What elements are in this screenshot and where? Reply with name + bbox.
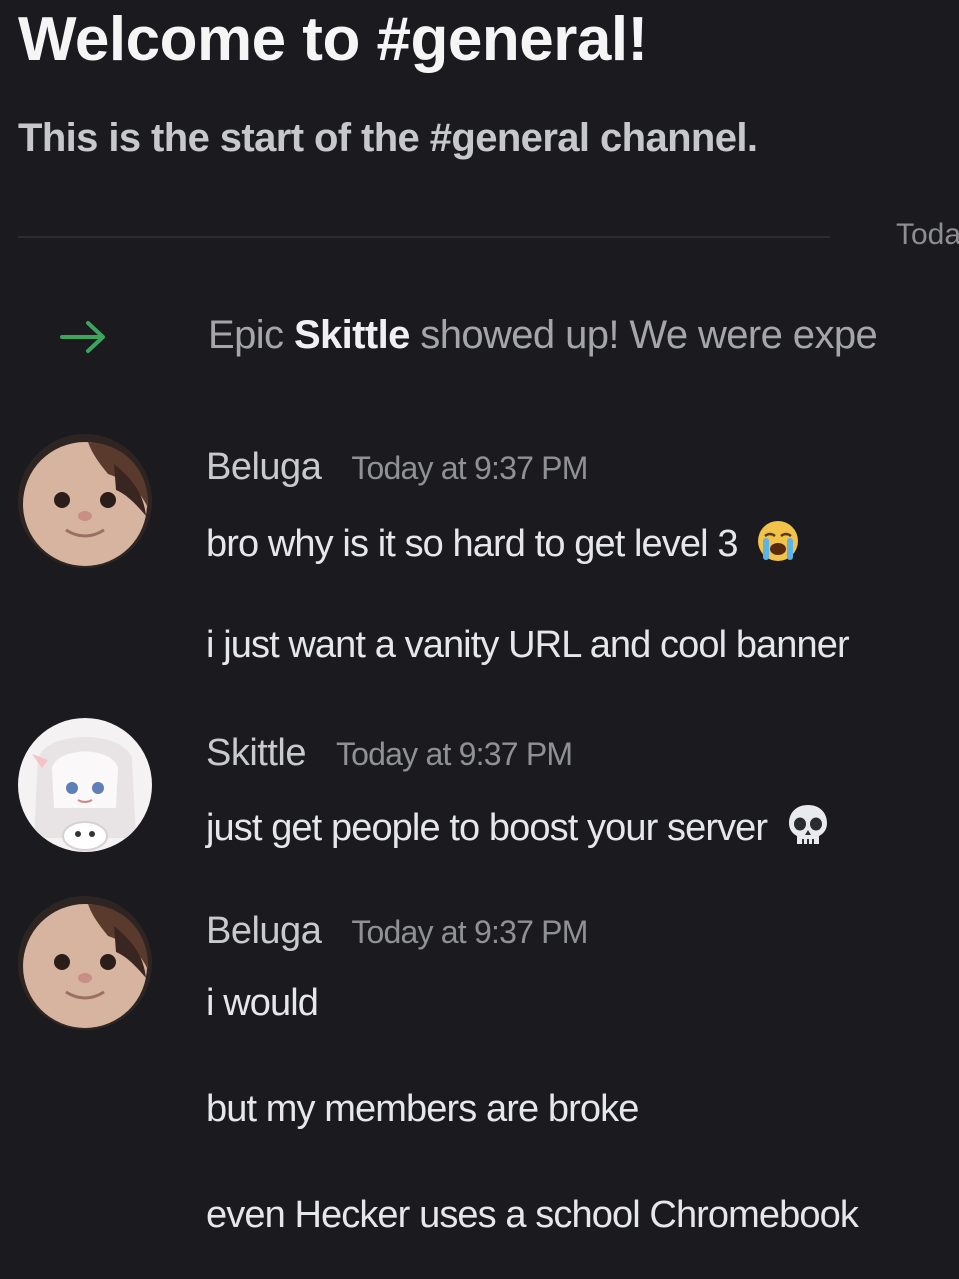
message-header: Beluga Today at 9:37 PM bbox=[206, 910, 588, 953]
message-text: i would bbox=[206, 982, 319, 1024]
message-header: Skittle Today at 9:37 PM bbox=[206, 732, 573, 775]
join-suffix: showed up! We were expe bbox=[409, 313, 878, 357]
author-name[interactable]: Skittle bbox=[206, 732, 306, 774]
message-text: but my members are broke bbox=[206, 1088, 639, 1130]
message-line: bro why is it so hard to get level 3 bbox=[206, 523, 738, 565]
avatar-skittle[interactable] bbox=[18, 718, 152, 852]
message-text: just get people to boost your server bbox=[206, 802, 831, 850]
message-line: just get people to boost your server bbox=[206, 807, 768, 849]
author-name[interactable]: Beluga bbox=[206, 910, 322, 952]
welcome-subtitle: This is the start of the #general channe… bbox=[18, 116, 758, 160]
join-prefix: Epic bbox=[208, 313, 294, 357]
avatar-beluga[interactable] bbox=[18, 896, 152, 1030]
skull-icon[interactable] bbox=[785, 802, 831, 848]
beluga-avatar-image bbox=[18, 896, 152, 1030]
system-join-message[interactable]: Epic Skittle showed up! We were expe bbox=[0, 305, 959, 375]
author-name[interactable]: Beluga bbox=[206, 446, 322, 488]
message-header: Beluga Today at 9:37 PM bbox=[206, 446, 588, 489]
join-username[interactable]: Skittle bbox=[294, 313, 410, 357]
skittle-avatar-image bbox=[18, 718, 152, 852]
message-text: even Hecker uses a school Chromebook bbox=[206, 1194, 859, 1236]
arrow-right-icon bbox=[60, 321, 105, 353]
message-timestamp[interactable]: Today at 9:37 PM bbox=[351, 914, 588, 950]
date-divider bbox=[18, 236, 830, 238]
loudly-crying-face-icon[interactable] bbox=[755, 518, 801, 564]
message-text: bro why is it so hard to get level 3 bbox=[206, 518, 801, 566]
message-text: i just want a vanity URL and cool banner bbox=[206, 624, 850, 666]
message-timestamp[interactable]: Today at 9:37 PM bbox=[336, 736, 573, 772]
message-timestamp[interactable]: Today at 9:37 PM bbox=[351, 450, 588, 486]
welcome-title: Welcome to #general! bbox=[18, 5, 648, 74]
date-divider-label: Toda bbox=[896, 218, 959, 251]
join-message-text: Epic Skittle showed up! We were expe bbox=[208, 313, 878, 358]
beluga-avatar-image bbox=[18, 434, 152, 568]
avatar-beluga[interactable] bbox=[18, 434, 152, 568]
